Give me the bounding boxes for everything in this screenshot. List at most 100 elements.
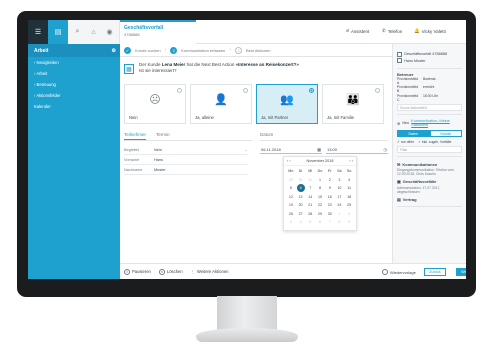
nachname-field[interactable]: Muster [154, 168, 248, 172]
begleitet-select[interactable]: Nein [154, 148, 245, 152]
calendar-day[interactable]: 11 [344, 184, 354, 193]
calendar-day[interactable]: 28 [305, 210, 315, 219]
calendar-day[interactable]: 29 [315, 210, 325, 219]
notes-title[interactable]: Vertrag [403, 197, 417, 202]
calendar-day[interactable]: 9 [325, 184, 335, 193]
calendar-day[interactable]: 31 [305, 176, 315, 185]
time-field[interactable]: 13:00 ◷ [326, 146, 388, 154]
calendar-day[interactable]: 18 [344, 193, 354, 202]
sidebar-title: Arbeit [34, 48, 49, 54]
calendar-day[interactable]: 6 [315, 218, 325, 227]
calendar-day[interactable]: 2 [344, 210, 354, 219]
case-history-title[interactable]: Geschäftsvorfälle [403, 179, 437, 184]
comm-title[interactable]: Kommunikationen [402, 162, 437, 167]
check-inkl[interactable]: ✓ inkl. zugeh. Vorfälle [418, 140, 451, 144]
tab-geschaeftsvorfall[interactable]: Geschäftsvorfall 4788888 [120, 20, 196, 44]
calendar-day[interactable]: 1 [315, 176, 325, 185]
vorname-field[interactable]: Hans [154, 158, 248, 162]
month-label: November 2018 [306, 159, 334, 163]
option-alleine[interactable]: 👤 Ja, alleine [190, 84, 252, 124]
resubmit-button[interactable]: Wiedervorlage [382, 269, 416, 275]
calendar-day[interactable]: 13 [296, 193, 306, 202]
step-done-icon: ✓ [124, 46, 131, 54]
user-menu[interactable]: 🔔 Vicky Valetti [414, 28, 446, 34]
calendar-day[interactable]: 15 [315, 193, 325, 202]
workspace-icon[interactable]: ▤ [48, 20, 68, 44]
next-month-icon[interactable]: › › [349, 159, 353, 163]
calendar-day[interactable]: 29 [286, 176, 296, 185]
context-panel: Geschäftsvorfall 4788888 Hans Muster Bet… [392, 44, 466, 263]
more-actions-button[interactable]: ⋮ Weitere Aktionen [191, 269, 229, 274]
step-todo-icon: 3 [234, 46, 242, 54]
nachname-row: Nachname Muster [124, 165, 248, 175]
calendar-day[interactable]: 14 [305, 193, 315, 202]
check-nur-offen[interactable]: ✓ nur offen [397, 140, 414, 144]
menu-icon[interactable]: ☰ [28, 20, 48, 44]
calendar-day[interactable]: 25 [344, 201, 354, 210]
sidebar-item-kalender[interactable]: Kalender [28, 101, 120, 112]
comm-history-title-line: ✉ Kommunikationen [397, 162, 462, 167]
calendar-day[interactable]: 26 [286, 210, 296, 219]
option-partner[interactable]: 👥 Ja, mit Partner [256, 84, 318, 124]
tab-termin[interactable]: Termin [156, 132, 170, 140]
chevron-right-icon: › [164, 47, 167, 53]
back-button[interactable]: Zurück [424, 268, 446, 276]
filter-input[interactable]: Filter [397, 146, 462, 153]
calendar-day[interactable]: 3 [335, 176, 345, 185]
calendar-day[interactable]: 30 [325, 210, 335, 219]
option-familie[interactable]: 👪 Ja, mit Familie [322, 84, 384, 124]
calendar-day[interactable]: 1 [335, 210, 345, 219]
pause-button[interactable]: ‖ Pausieren [124, 268, 151, 275]
search-input[interactable]: Suche Aktionsfeld [397, 103, 462, 111]
calendar-day[interactable]: 3 [286, 218, 296, 227]
phone-label: Telefon [387, 28, 403, 34]
calendar-day[interactable]: 19 [286, 201, 296, 210]
calendar-day[interactable]: 12 [286, 193, 296, 202]
case-title[interactable]: Geschäftsvorfall 4788888 [404, 52, 447, 56]
assistant-button[interactable]: ☌ Assistent [346, 28, 369, 34]
next-button[interactable]: Weiter NBA [456, 268, 466, 276]
client-name[interactable]: Hans Muster [404, 59, 426, 63]
calendar-day[interactable]: 17 [335, 193, 345, 202]
calendar-day[interactable]: 24 [335, 201, 345, 210]
document-icon [397, 51, 402, 57]
option-nein[interactable]: ☹ Nein [124, 84, 186, 124]
sidebar-item-betreuung[interactable]: › Betreuung [28, 79, 120, 90]
calendar-day-selected[interactable]: 6 [296, 184, 305, 193]
calendar-day[interactable]: 7 [325, 218, 335, 227]
calendar-day[interactable]: 27 [296, 210, 306, 219]
sidebar-item-neuigkeiten[interactable]: › Neuigkeiten [28, 57, 120, 68]
calendar-day[interactable]: 9 [344, 218, 354, 227]
calendar-day[interactable]: 5 [305, 218, 315, 227]
calendar-day[interactable]: 10 [335, 184, 345, 193]
phone-button[interactable]: ✆ Telefon [382, 28, 402, 34]
step-1-label[interactable]: Kunde suchen [135, 48, 161, 53]
calendar-day[interactable]: 16 [325, 193, 335, 202]
calendar-day[interactable]: 7 [305, 184, 315, 193]
new-comm-link[interactable]: Kommunikation, Meine Statusfeld [411, 119, 462, 127]
calendar-day[interactable]: 8 [315, 184, 325, 193]
prev-month-icon[interactable]: ‹ ‹ [287, 159, 291, 163]
step-2-label[interactable]: Kommunikation erfassen [181, 48, 225, 53]
settings-icon[interactable]: ⚙ [112, 48, 116, 57]
seg-kunde[interactable]: Kunde [429, 130, 462, 137]
calendar-day[interactable]: 4 [296, 218, 306, 227]
calendar-day[interactable]: 4 [344, 176, 354, 185]
calendar-day[interactable]: 23 [325, 201, 335, 210]
calendar-day[interactable]: 8 [335, 218, 345, 227]
sidebar-item-aktionsfelder[interactable]: › Aktionsfelder [28, 90, 120, 101]
calendar-day[interactable]: 5 [286, 184, 296, 193]
calendar-day[interactable]: 22 [315, 201, 325, 210]
new-comm-line: ⊕ Neu Kommunikation, Meine Statusfeld [397, 119, 462, 127]
sidebar-item-arbeit[interactable]: › Arbeit [28, 68, 120, 79]
calendar-day[interactable]: 30 [296, 176, 306, 185]
delete-button[interactable]: ✕ Löschen [158, 268, 183, 275]
calendar-day[interactable]: 2 [325, 176, 335, 185]
record-icon[interactable]: ◉ [100, 20, 120, 44]
step-3-label[interactable]: Best Aktionen [246, 48, 270, 53]
tab-teilnehmer[interactable]: Teilnehmer [124, 132, 147, 140]
date-field[interactable]: 06.11.2018 ▦ [260, 146, 322, 154]
seg-daten[interactable]: Daten [397, 130, 430, 137]
calendar-day[interactable]: 21 [305, 201, 315, 210]
calendar-day[interactable]: 20 [296, 201, 306, 210]
